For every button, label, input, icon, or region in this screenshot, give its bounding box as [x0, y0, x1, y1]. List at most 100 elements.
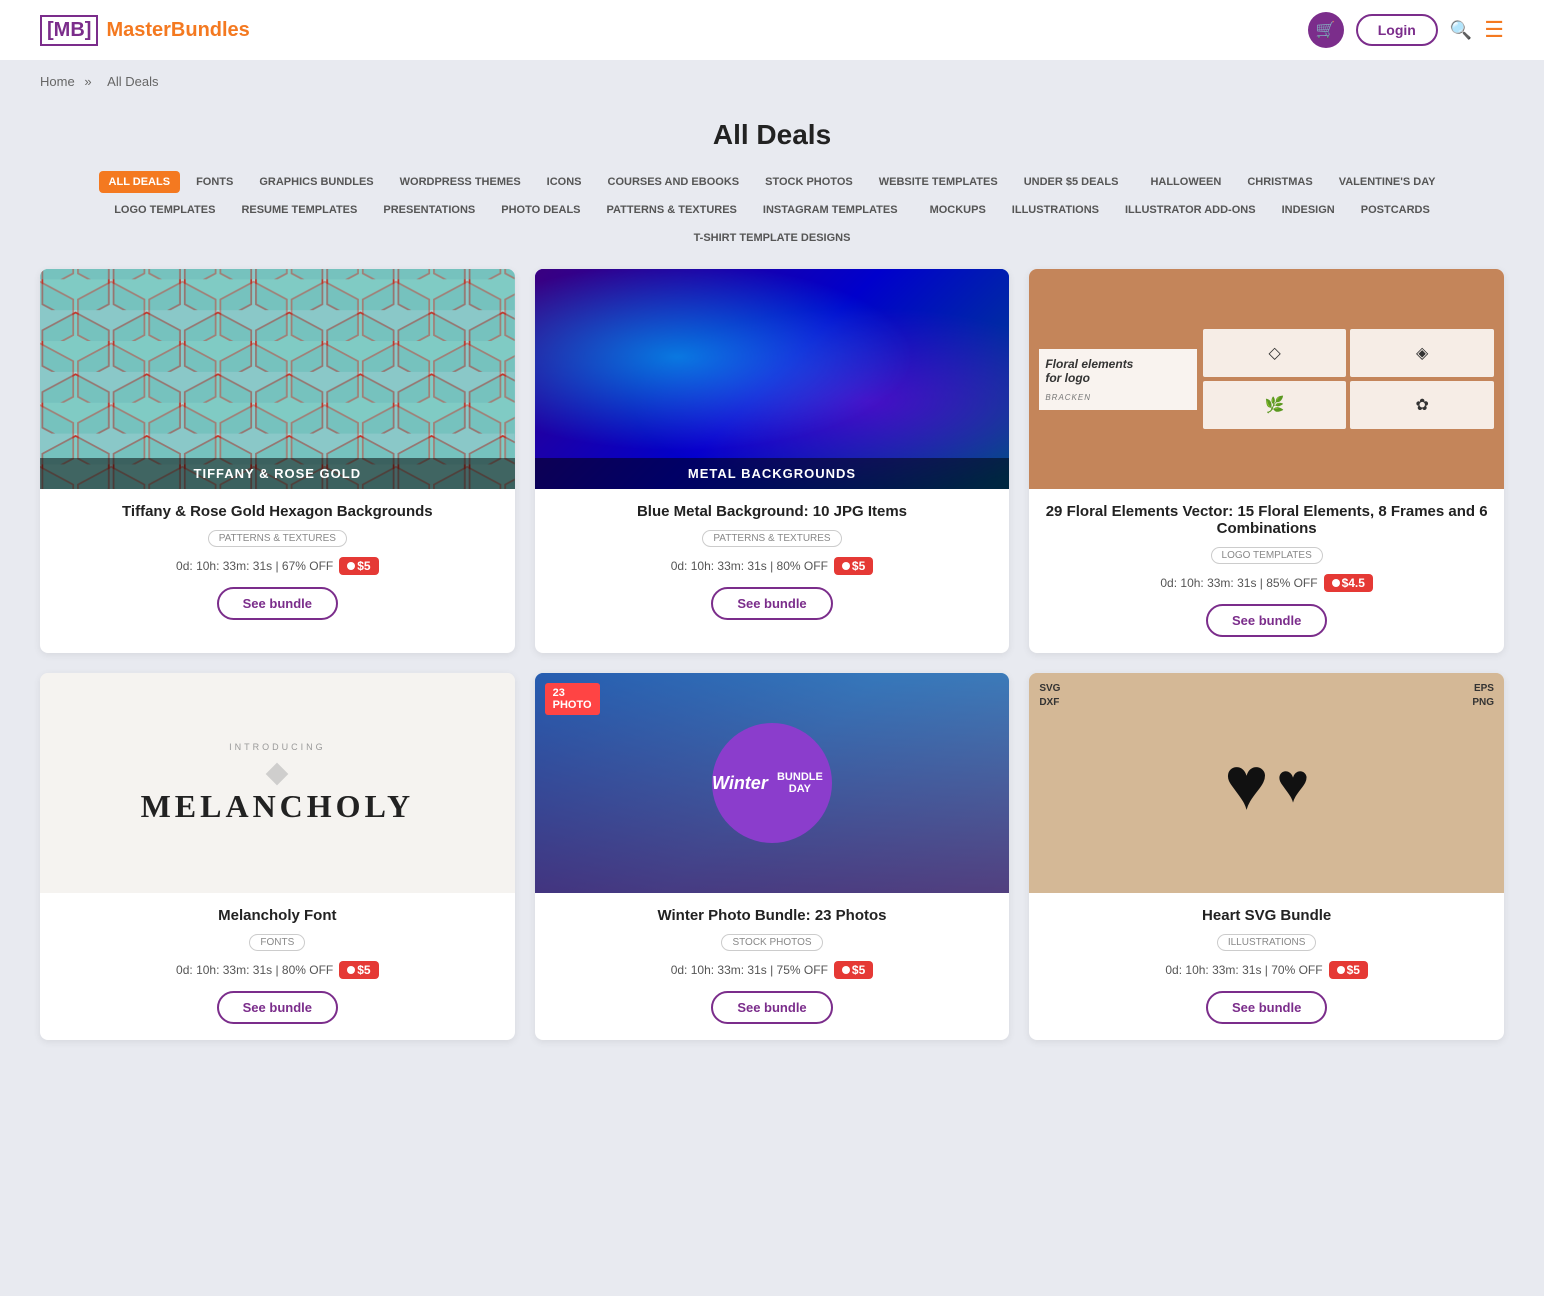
nav-tag-logo-templates[interactable]: LOGO TEMPLATES — [104, 199, 225, 221]
sketch-box-2: ◈ — [1350, 329, 1494, 377]
product-image-6: SVGEPS DXFPNG ♥ ♥ — [1029, 673, 1504, 893]
product-image-3: Floral elementsfor logo BRACKEN ◇ ◈ 🌿 ✿ — [1029, 269, 1504, 489]
card-price-1: $5 — [339, 557, 378, 575]
see-bundle-btn-2[interactable]: See bundle — [711, 587, 832, 620]
see-bundle-btn-5[interactable]: See bundle — [711, 991, 832, 1024]
sketch-box-1: ◇ — [1203, 329, 1347, 377]
products-grid: TIFFANY & ROSE GOLD Tiffany & Rose Gold … — [40, 269, 1504, 1040]
nav-tag-patterns-textures[interactable]: PATTERNS & TEXTURES — [597, 199, 747, 221]
card-price-4: $5 — [339, 961, 378, 979]
page-title: All Deals — [0, 119, 1544, 151]
card-timer-6: 0d: 10h: 33m: 31s | 70% OFF — [1165, 963, 1322, 977]
card-price-2: $5 — [834, 557, 873, 575]
nav-tag-tshirt[interactable]: T-SHIRT TEMPLATE DESIGNS — [684, 227, 861, 249]
nav-tag-under5[interactable]: UNDER $5 DEALS — [1014, 171, 1129, 193]
product-card-2: METAL BACKGROUNDS Blue Metal Background:… — [535, 269, 1010, 653]
see-bundle-btn-1[interactable]: See bundle — [217, 587, 338, 620]
product-card-5: 23PHOTO WinterBUNDLE DAY Winter Photo Bu… — [535, 673, 1010, 1040]
price-dot-1 — [347, 562, 355, 570]
product-card-1: TIFFANY & ROSE GOLD Tiffany & Rose Gold … — [40, 269, 515, 653]
nav-tag-stock-photos[interactable]: STOCK PHOTOS — [755, 171, 863, 193]
nav-tag-graphics-bundles[interactable]: GRAPHICS BUNDLES — [249, 171, 383, 193]
card-category-6[interactable]: ILLUSTRATIONS — [1217, 934, 1317, 951]
product-image-label-1: TIFFANY & ROSE GOLD — [40, 458, 515, 489]
header: [MB] MasterBundles 🛒 Login 🔍 ☰ — [0, 0, 1544, 60]
product-card-4: INTRODUCING MELANCHOLY Melancholy Font F… — [40, 673, 515, 1040]
nav-tag-resume-templates[interactable]: RESUME TEMPLATES — [231, 199, 367, 221]
product-image-4: INTRODUCING MELANCHOLY — [40, 673, 515, 893]
nav-tag-mockups[interactable]: MOCKUPS — [920, 199, 996, 221]
search-button[interactable]: 🔍 — [1450, 20, 1472, 41]
nav-tag-wordpress-themes[interactable]: WORDPRESS THEMES — [390, 171, 531, 193]
logo[interactable]: [MB] MasterBundles — [40, 15, 250, 46]
card-title-3: 29 Floral Elements Vector: 15 Floral Ele… — [1045, 503, 1488, 537]
card-timer-3: 0d: 10h: 33m: 31s | 85% OFF — [1160, 576, 1317, 590]
see-bundle-btn-3[interactable]: See bundle — [1206, 604, 1327, 637]
product-card-6: SVGEPS DXFPNG ♥ ♥ Heart SVG Bundle ILLUS… — [1029, 673, 1504, 1040]
melancholy-main-4: MELANCHOLY — [141, 788, 415, 825]
product-image-2: METAL BACKGROUNDS — [535, 269, 1010, 489]
breadcrumb-home[interactable]: Home — [40, 74, 75, 89]
card-body-6: Heart SVG Bundle ILLUSTRATIONS 0d: 10h: … — [1029, 893, 1504, 1040]
price-dot-4 — [347, 966, 355, 974]
card-meta-5: 0d: 10h: 33m: 31s | 75% OFF $5 — [551, 961, 994, 979]
login-button[interactable]: Login — [1356, 14, 1438, 46]
card-price-6: $5 — [1329, 961, 1368, 979]
nav-filters: ALL DEALS FONTS GRAPHICS BUNDLES WORDPRE… — [0, 171, 1544, 269]
card-price-3: $4.5 — [1324, 574, 1373, 592]
nav-tag-valentines[interactable]: VALENTINE'S DAY — [1329, 171, 1446, 193]
nav-tag-website-templates[interactable]: WEBSITE TEMPLATES — [869, 171, 1008, 193]
winter-overlay-5: 23PHOTO WinterBUNDLE DAY — [535, 673, 1010, 893]
hearts-labels-6: SVGEPS — [1039, 683, 1494, 694]
floral-content-3: Floral elementsfor logo BRACKEN ◇ ◈ 🌿 ✿ — [1029, 269, 1504, 489]
see-bundle-btn-6[interactable]: See bundle — [1206, 991, 1327, 1024]
product-image-1: TIFFANY & ROSE GOLD — [40, 269, 515, 489]
card-body-2: Blue Metal Background: 10 JPG Items PATT… — [535, 489, 1010, 636]
card-title-6: Heart SVG Bundle — [1045, 907, 1488, 924]
card-meta-4: 0d: 10h: 33m: 31s | 80% OFF $5 — [56, 961, 499, 979]
price-dot-5 — [842, 966, 850, 974]
nav-tag-icons[interactable]: ICONS — [537, 171, 592, 193]
price-dot-2 — [842, 562, 850, 570]
card-timer-1: 0d: 10h: 33m: 31s | 67% OFF — [176, 559, 333, 573]
card-category-4[interactable]: FONTS — [249, 934, 305, 951]
nav-tag-presentations[interactable]: PRESENTATIONS — [373, 199, 485, 221]
card-price-5: $5 — [834, 961, 873, 979]
see-bundle-btn-4[interactable]: See bundle — [217, 991, 338, 1024]
logo-bracket: [MB] — [40, 15, 98, 46]
product-card-3: Floral elementsfor logo BRACKEN ◇ ◈ 🌿 ✿ … — [1029, 269, 1504, 653]
products-section: TIFFANY & ROSE GOLD Tiffany & Rose Gold … — [0, 269, 1544, 1080]
card-category-2[interactable]: PATTERNS & TEXTURES — [702, 530, 841, 547]
card-body-4: Melancholy Font FONTS 0d: 10h: 33m: 31s … — [40, 893, 515, 1040]
nav-tag-halloween[interactable]: HALLOWEEN — [1140, 171, 1231, 193]
card-title-2: Blue Metal Background: 10 JPG Items — [551, 503, 994, 520]
melancholy-overlay-4: INTRODUCING MELANCHOLY — [40, 673, 515, 893]
card-meta-1: 0d: 10h: 33m: 31s | 67% OFF $5 — [56, 557, 499, 575]
nav-tag-illustrations[interactable]: ILLUSTRATIONS — [1002, 199, 1109, 221]
nav-tag-christmas[interactable]: CHRISTMAS — [1237, 171, 1322, 193]
nav-tag-instagram-templates[interactable]: INSTAGRAM TEMPLATES — [753, 199, 908, 221]
nav-tag-photo-deals[interactable]: PHOTO DEALS — [491, 199, 590, 221]
melancholy-diamond-4 — [266, 762, 289, 785]
nav-tag-fonts[interactable]: FONTS — [186, 171, 243, 193]
heart-shape-2: ♥ — [1277, 751, 1310, 815]
floral-sketches-3: ◇ ◈ 🌿 ✿ — [1203, 329, 1494, 429]
nav-tag-courses-ebooks[interactable]: COURSES AND EBOOKS — [598, 171, 750, 193]
card-title-4: Melancholy Font — [56, 907, 499, 924]
melancholy-intro-4: INTRODUCING — [229, 742, 326, 752]
card-category-3[interactable]: LOGO TEMPLATES — [1211, 547, 1323, 564]
card-category-5[interactable]: STOCK PHOTOS — [721, 934, 822, 951]
breadcrumb-separator: » — [84, 74, 91, 89]
wave-overlay-2 — [535, 269, 1010, 489]
nav-tag-all-deals[interactable]: ALL DEALS — [99, 171, 181, 193]
hearts-labels2-6: DXFPNG — [1039, 697, 1494, 708]
page-title-section: All Deals — [0, 103, 1544, 171]
nav-tag-postcards[interactable]: POSTCARDS — [1351, 199, 1440, 221]
nav-tag-indesign[interactable]: INDESIGN — [1272, 199, 1345, 221]
cart-button[interactable]: 🛒 — [1308, 12, 1344, 48]
card-meta-3: 0d: 10h: 33m: 31s | 85% OFF $4.5 — [1045, 574, 1488, 592]
menu-button[interactable]: ☰ — [1484, 17, 1504, 43]
nav-tag-illustrator-addons[interactable]: ILLUSTRATOR ADD-ONS — [1115, 199, 1266, 221]
card-category-1[interactable]: PATTERNS & TEXTURES — [208, 530, 347, 547]
card-title-5: Winter Photo Bundle: 23 Photos — [551, 907, 994, 924]
